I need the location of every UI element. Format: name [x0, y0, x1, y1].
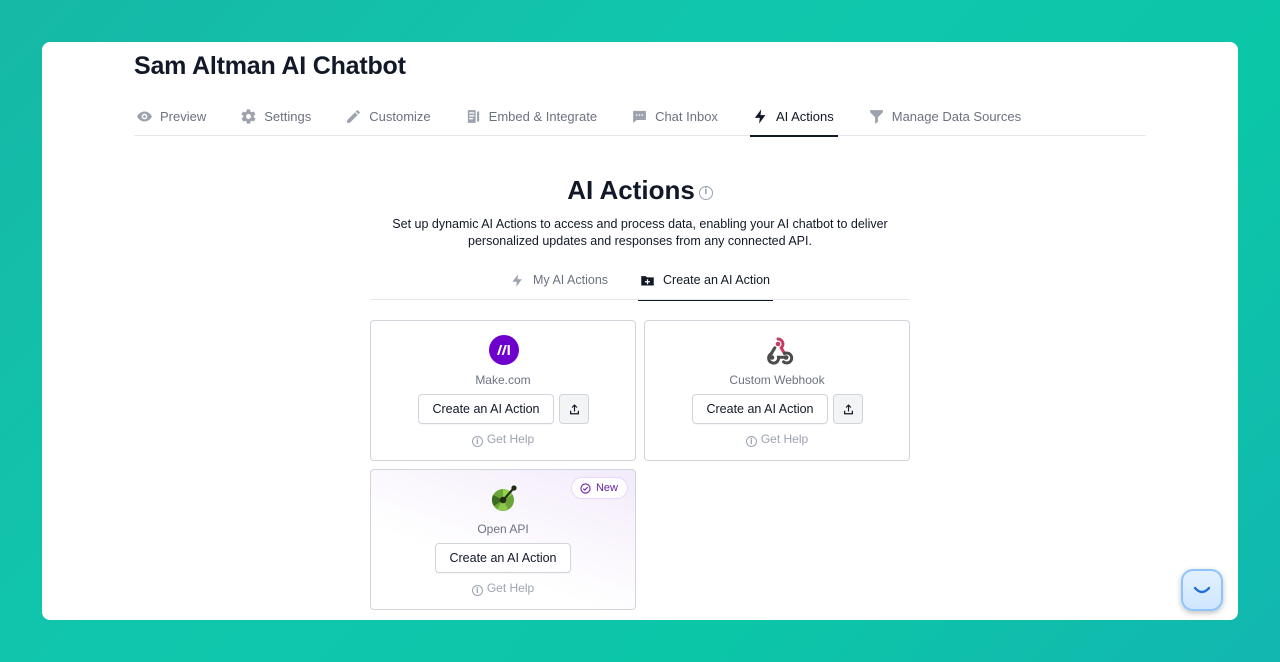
folder-plus-icon — [641, 275, 654, 285]
info-icon[interactable]: i — [698, 186, 713, 200]
card-name: Open API — [477, 522, 529, 536]
funnel-icon — [869, 109, 883, 124]
create-ai-action-button[interactable]: Create an AI Action — [418, 394, 554, 424]
tab-label: Customize — [369, 108, 431, 124]
help-label: Get Help — [486, 432, 535, 446]
description-line: personalized updates and responses from … — [468, 234, 812, 248]
tab-settings[interactable]: Settings — [238, 96, 313, 136]
card-make: Make.com Create an AI Action i Get Help — [370, 320, 636, 461]
pencil-icon — [347, 109, 361, 123]
tab-label: AI Actions — [775, 108, 834, 124]
check-circle-icon — [580, 482, 591, 494]
section-title-text: AI Actions — [567, 175, 695, 205]
badge-label: New — [595, 482, 618, 494]
card-open-api: New Open API Create an AI Action i Get He… — [370, 469, 636, 610]
sub-tab-bar: My AI Actions Create an AI Action — [370, 260, 910, 301]
bolt-icon — [754, 108, 766, 124]
tab-label: Chat Inbox — [655, 108, 718, 124]
main-tab-bar: Preview Settings Customize Embed & Integ… — [134, 96, 1146, 137]
create-ai-action-button[interactable]: Create an AI Action — [435, 543, 571, 573]
card-name: Make.com — [475, 373, 531, 387]
tab-ai-actions[interactable]: AI Actions — [749, 96, 838, 137]
section-title: AI Actions i — [134, 175, 1146, 206]
tab-customize[interactable]: Customize — [343, 96, 432, 136]
tab-label: My AI Actions — [533, 273, 609, 287]
tab-manage-data-sources[interactable]: Manage Data Sources — [866, 96, 1023, 136]
tab-preview[interactable]: Preview — [134, 96, 208, 136]
upload-icon — [843, 403, 853, 414]
help-label: Get Help — [486, 581, 535, 595]
get-help-link[interactable]: i Get Help — [371, 581, 635, 596]
info-icon: i — [471, 585, 483, 596]
chat-widget-button[interactable] — [1181, 569, 1223, 611]
chat-icon — [633, 110, 646, 123]
tab-chat-inbox[interactable]: Chat Inbox — [629, 96, 720, 136]
upload-button[interactable] — [833, 394, 863, 424]
tab-create-ai-action[interactable]: Create an AI Action — [638, 260, 773, 301]
new-badge: New — [570, 477, 628, 499]
get-help-link[interactable]: i Get Help — [645, 432, 909, 447]
tab-label: Embed & Integrate — [488, 108, 598, 124]
tab-label: Manage Data Sources — [891, 108, 1022, 124]
get-help-link[interactable]: i Get Help — [371, 432, 635, 447]
create-ai-action-button[interactable]: Create an AI Action — [692, 394, 828, 424]
gear-icon — [241, 108, 256, 124]
bolt-icon — [512, 273, 522, 287]
upload-icon — [569, 403, 579, 414]
description-line: Set up dynamic AI Actions to access and … — [392, 217, 888, 231]
upload-button[interactable] — [559, 394, 589, 424]
info-icon: i — [471, 436, 483, 447]
embed-icon — [467, 109, 479, 123]
section-description: Set up dynamic AI Actions to access and … — [134, 216, 1146, 250]
tab-embed-integrate[interactable]: Embed & Integrate — [463, 96, 599, 136]
page-title: Sam Altman AI Chatbot — [134, 52, 406, 80]
info-icon: i — [745, 436, 757, 447]
app-window: Sam Altman AI Chatbot Preview Settings C… — [42, 42, 1238, 620]
tab-label: Create an AI Action — [663, 273, 771, 287]
tab-label: Preview — [160, 108, 207, 124]
help-label: Get Help — [760, 432, 809, 446]
make-logo-icon — [489, 335, 519, 365]
tab-my-ai-actions[interactable]: My AI Actions — [510, 260, 608, 300]
smile-icon — [1193, 586, 1211, 594]
eye-icon — [137, 111, 152, 121]
tab-label: Settings — [264, 108, 312, 124]
openapi-logo-icon — [491, 485, 517, 511]
webhook-logo-icon — [767, 337, 794, 365]
card-custom-webhook: Custom Webhook Create an AI Action i Get … — [644, 320, 910, 461]
card-name: Custom Webhook — [729, 373, 825, 387]
